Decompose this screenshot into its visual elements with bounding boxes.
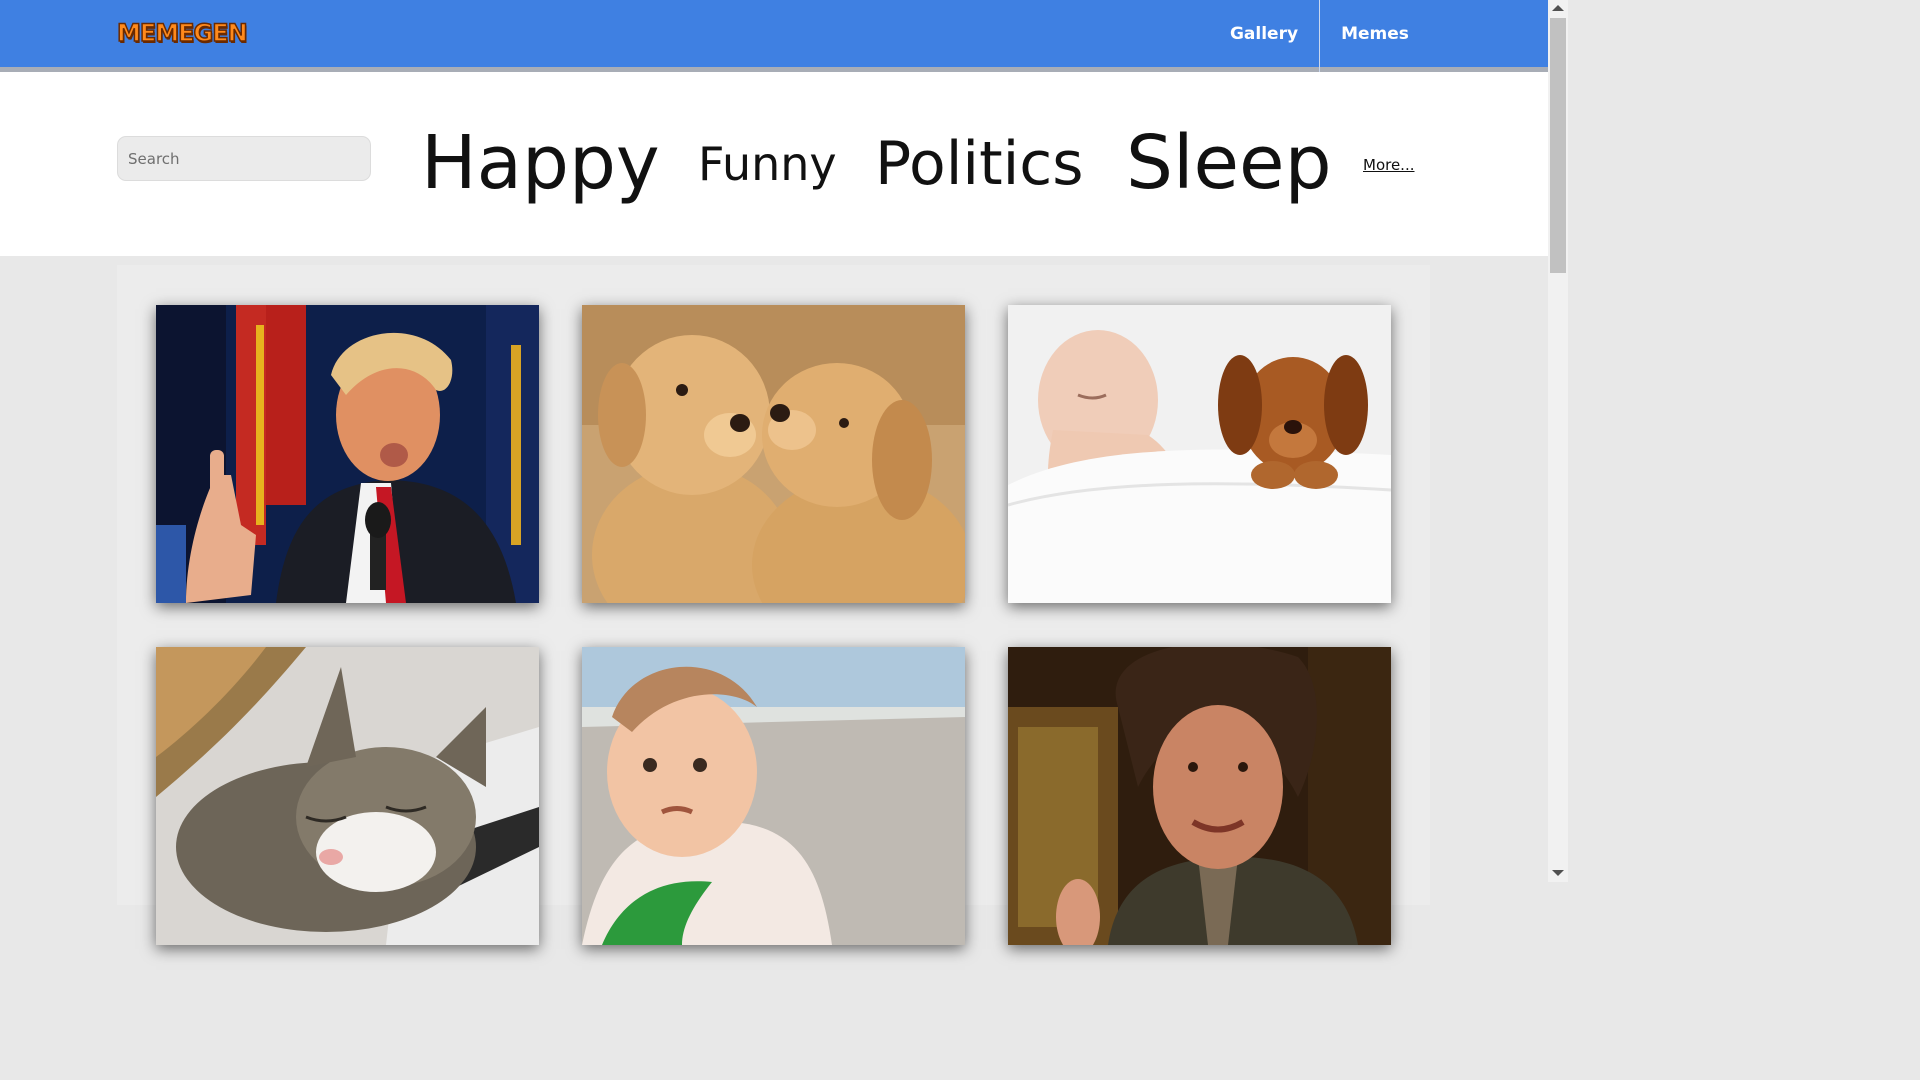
top-navbar: MEMEGEN Gallery Memes bbox=[0, 0, 1548, 72]
keyword-funny[interactable]: Funny bbox=[698, 141, 837, 187]
keyword-politics[interactable]: Politics bbox=[875, 134, 1084, 194]
more-keywords-link[interactable]: More... bbox=[1363, 156, 1415, 174]
nav-memes-link[interactable]: Memes bbox=[1320, 0, 1430, 67]
gallery-image-wild-hair-man[interactable] bbox=[1008, 647, 1391, 945]
page-scrollbar[interactable] bbox=[1548, 0, 1568, 882]
scroll-down-arrow-icon[interactable] bbox=[1552, 870, 1564, 876]
wild-hair-man-image bbox=[1008, 647, 1391, 945]
gallery-image-man-podium[interactable] bbox=[156, 305, 539, 603]
success-kid-image bbox=[582, 647, 965, 945]
keyword-filter-bar: Happy Funny Politics Sleep More... bbox=[0, 72, 1548, 256]
baby-puppy-image bbox=[1008, 305, 1391, 603]
man-podium-image bbox=[156, 305, 539, 603]
gallery-image-cat[interactable] bbox=[156, 647, 539, 945]
puppies-image bbox=[582, 305, 965, 603]
keyword-happy[interactable]: Happy bbox=[421, 126, 660, 200]
memegen-logo[interactable]: MEMEGEN bbox=[116, 18, 248, 48]
gallery-image-puppies[interactable] bbox=[582, 305, 965, 603]
gallery-image-success-kid[interactable] bbox=[582, 647, 965, 945]
cat-image bbox=[156, 647, 539, 945]
nav-gallery-link[interactable]: Gallery bbox=[1209, 0, 1319, 67]
scroll-thumb[interactable] bbox=[1550, 18, 1566, 273]
gallery-image-baby-puppy[interactable] bbox=[1008, 305, 1391, 603]
meme-gallery bbox=[117, 265, 1430, 945]
search-input[interactable] bbox=[117, 136, 371, 181]
keyword-sleep[interactable]: Sleep bbox=[1126, 126, 1332, 200]
scroll-up-arrow-icon[interactable] bbox=[1552, 5, 1564, 11]
